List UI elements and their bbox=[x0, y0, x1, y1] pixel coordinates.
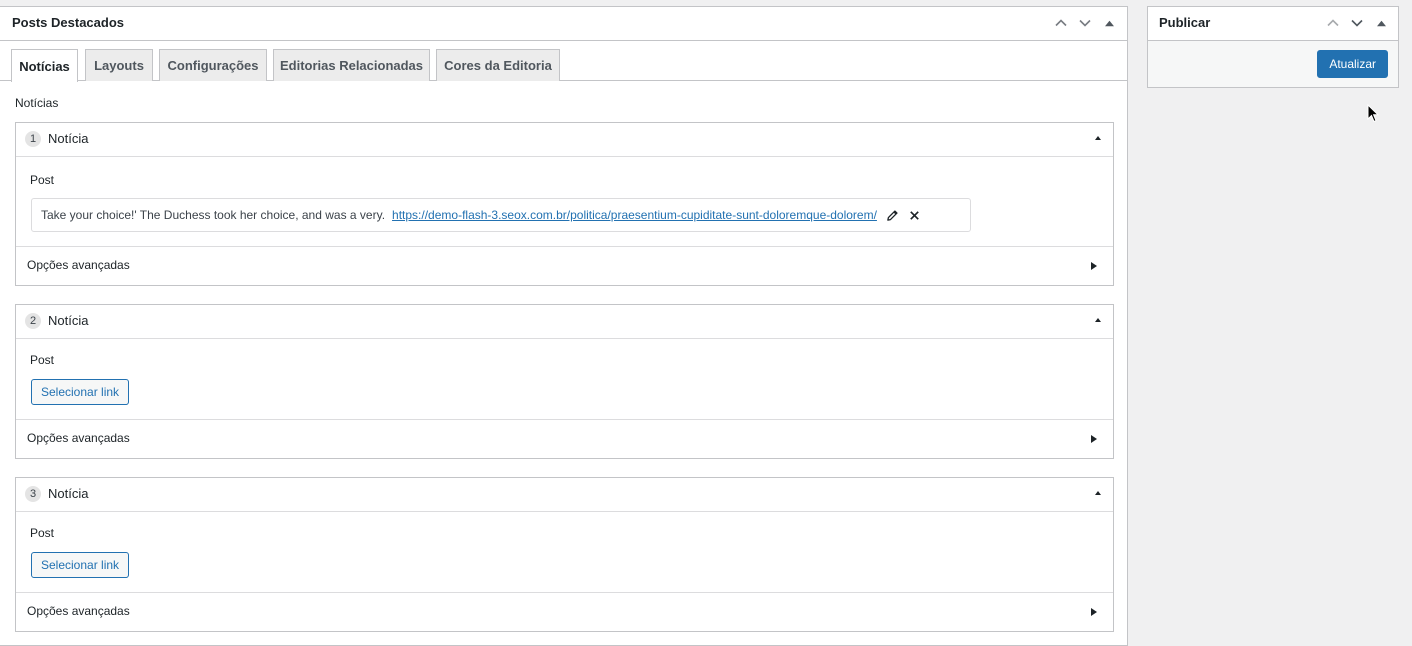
item-number: 1 bbox=[25, 131, 41, 147]
publish-box: Publicar Atualizar bbox=[1147, 6, 1399, 88]
selected-link: Take your choice!' The Duchess took her … bbox=[31, 198, 971, 232]
postbox-handle-actions bbox=[1051, 13, 1119, 33]
tab-noticias[interactable]: Notícias bbox=[11, 49, 78, 82]
collapse-arrow-icon[interactable] bbox=[1095, 491, 1101, 495]
move-up-icon[interactable] bbox=[1323, 13, 1343, 33]
item-header[interactable]: 2 Notícia bbox=[16, 305, 1113, 339]
mouse-pointer-icon bbox=[1367, 104, 1379, 123]
post-label: Post bbox=[30, 526, 55, 540]
select-link-button[interactable]: Selecionar link bbox=[31, 552, 130, 578]
item-body: Post Selecionar link bbox=[16, 512, 1113, 593]
move-down-icon[interactable] bbox=[1075, 13, 1095, 33]
select-link-button[interactable]: Selecionar link bbox=[31, 379, 130, 405]
tab-bar: Notícias Layouts Configurações Editorias… bbox=[0, 40, 1127, 82]
advanced-options-toggle[interactable]: Opções avançadas bbox=[16, 419, 1113, 457]
post-label: Post bbox=[30, 353, 55, 367]
advanced-options-toggle[interactable]: Opções avançadas bbox=[16, 592, 1113, 630]
post-label: Post bbox=[30, 173, 55, 187]
noticia-item-3: 3 Notícia Post Selecionar link Opções av… bbox=[15, 477, 1114, 632]
tab-layouts[interactable]: Layouts bbox=[85, 49, 153, 81]
postbox-header: Posts Destacados bbox=[0, 7, 1127, 41]
item-title: Notícia bbox=[48, 131, 89, 146]
publish-header: Publicar bbox=[1148, 7, 1398, 41]
item-title: Notícia bbox=[48, 313, 89, 328]
selected-post-title: Take your choice!' The Duchess took her … bbox=[41, 208, 386, 222]
advanced-options-label: Opções avançadas bbox=[27, 431, 130, 445]
noticia-item-2: 2 Notícia Post Selecionar link Opções av… bbox=[15, 304, 1114, 459]
item-header[interactable]: 3 Notícia bbox=[16, 478, 1113, 512]
tab-editorias-relacionadas[interactable]: Editorias Relacionadas bbox=[273, 49, 430, 81]
item-body: Post Selecionar link bbox=[16, 339, 1113, 420]
postbox-title: Posts Destacados bbox=[12, 15, 124, 30]
collapse-arrow-icon[interactable] bbox=[1095, 318, 1101, 322]
edit-pencil-icon[interactable] bbox=[886, 209, 899, 222]
collapse-toggle-icon[interactable] bbox=[1099, 13, 1119, 33]
collapse-toggle-icon[interactable] bbox=[1371, 13, 1391, 33]
publish-handle-actions bbox=[1323, 13, 1391, 33]
move-down-icon[interactable] bbox=[1347, 13, 1367, 33]
tab-cores-da-editoria[interactable]: Cores da Editoria bbox=[436, 49, 560, 81]
selected-post-url[interactable]: https://demo-flash-3.seox.com.br/politic… bbox=[392, 208, 877, 222]
expand-arrow-icon bbox=[1091, 435, 1097, 443]
advanced-options-toggle[interactable]: Opções avançadas bbox=[16, 246, 1113, 284]
remove-close-icon[interactable] bbox=[908, 209, 921, 222]
expand-arrow-icon bbox=[1091, 608, 1097, 616]
collapse-arrow-icon[interactable] bbox=[1095, 136, 1101, 140]
posts-destacados-box: Posts Destacados Notícias Layouts Config… bbox=[0, 6, 1128, 646]
update-button[interactable]: Atualizar bbox=[1317, 50, 1388, 78]
item-header[interactable]: 1 Notícia bbox=[16, 123, 1113, 157]
noticia-item-1: 1 Notícia Post Take your choice!' The Du… bbox=[15, 122, 1114, 286]
advanced-options-label: Opções avançadas bbox=[27, 258, 130, 272]
item-number: 3 bbox=[25, 486, 41, 502]
item-number: 2 bbox=[25, 313, 41, 329]
item-title: Notícia bbox=[48, 486, 89, 501]
expand-arrow-icon bbox=[1091, 262, 1097, 270]
section-label: Notícias bbox=[15, 96, 59, 110]
item-body: Post Take your choice!' The Duchess took… bbox=[16, 157, 1113, 247]
publish-title: Publicar bbox=[1159, 15, 1211, 30]
move-up-icon[interactable] bbox=[1051, 13, 1071, 33]
advanced-options-label: Opções avançadas bbox=[27, 604, 130, 618]
tab-configuracoes[interactable]: Configurações bbox=[159, 49, 267, 81]
